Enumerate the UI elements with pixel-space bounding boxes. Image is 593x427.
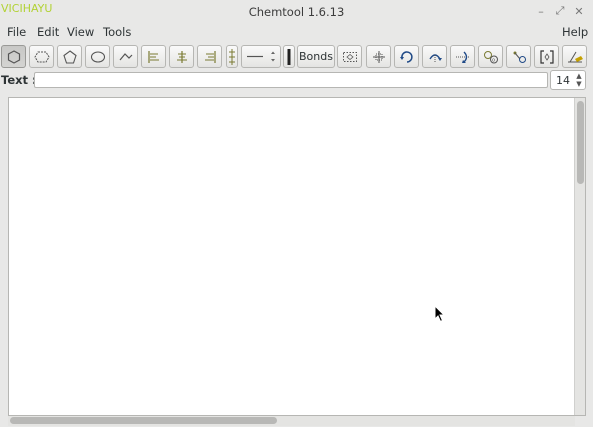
window-title: Chemtool 1.6.13 [248, 5, 345, 19]
atom-label-button[interactable]: o [478, 45, 503, 68]
maximize-button[interactable]: ⤢ [552, 3, 568, 19]
align-left-icon [147, 50, 159, 63]
vertical-text-icon [229, 48, 235, 65]
hexagon-tool-button[interactable] [1, 45, 26, 68]
menu-view[interactable]: View [67, 25, 94, 39]
atom-label-icon: o [483, 50, 498, 63]
flip-horizontal-button[interactable] [450, 45, 475, 68]
text-label: Text : [1, 73, 37, 87]
line-style-icon [247, 51, 275, 62]
marquee-select-icon [342, 51, 357, 62]
circle-tool-button[interactable] [85, 45, 110, 68]
select-area-button[interactable] [337, 45, 362, 68]
bonds-button[interactable]: Bonds [297, 45, 335, 68]
vertical-scrollbar[interactable] [574, 98, 585, 415]
brackets-button[interactable] [534, 45, 559, 68]
drawing-canvas[interactable] [9, 98, 574, 415]
font-size-value: 14 [556, 74, 570, 87]
flip-horizontal-icon [455, 51, 469, 63]
toolbar: Bonds o [0, 43, 593, 70]
brackets-icon [539, 49, 554, 64]
font-size-spinner[interactable]: 14 ▲ ▼ [550, 70, 586, 90]
align-left-button[interactable] [141, 45, 166, 68]
drawing-area-frame [8, 97, 586, 416]
horizontal-scroll-thumb[interactable] [10, 417, 277, 424]
move-button[interactable] [366, 45, 391, 68]
svg-text:o: o [492, 57, 495, 63]
pentagon-tool-button[interactable] [57, 45, 82, 68]
bond-label-icon [513, 51, 526, 63]
minimize-button[interactable]: – [533, 3, 549, 19]
pentagon-icon [62, 49, 77, 64]
align-right-button[interactable] [197, 45, 222, 68]
mouse-cursor-icon [434, 305, 446, 323]
line-width-icon [287, 48, 291, 65]
flip-vertical-icon [428, 53, 442, 63]
vertical-scroll-thumb[interactable] [577, 101, 584, 184]
horizontal-scrollbar[interactable] [8, 416, 575, 426]
rotate-icon [399, 50, 413, 63]
hexagon-open-tool-button[interactable] [29, 45, 54, 68]
menu-help[interactable]: Help [562, 25, 588, 39]
flip-vertical-button[interactable] [422, 45, 447, 68]
menu-file[interactable]: File [7, 25, 26, 39]
bond-label-button[interactable] [506, 45, 531, 68]
menu-edit[interactable]: Edit [37, 25, 59, 39]
close-button[interactable]: ✕ [571, 3, 587, 19]
circle-icon [90, 50, 105, 63]
rotate-button[interactable] [394, 45, 419, 68]
align-center-button[interactable] [169, 45, 194, 68]
move-icon [372, 50, 385, 63]
align-right-icon [204, 50, 216, 63]
menu-bar: File Edit View Tools Help [0, 23, 593, 43]
hexagon-icon [7, 49, 20, 64]
text-input[interactable] [34, 72, 548, 88]
spinner-arrows-icon[interactable]: ▲ ▼ [575, 72, 583, 88]
eraser-icon [567, 51, 583, 62]
line-width-button[interactable] [283, 45, 295, 68]
align-center-icon [176, 50, 187, 63]
delete-button[interactable] [562, 45, 587, 68]
line-style-select[interactable] [241, 45, 281, 68]
chain-tool-button[interactable] [113, 45, 138, 68]
text-orientation-button[interactable] [226, 45, 238, 68]
menu-tools[interactable]: Tools [103, 25, 131, 39]
title-bar: VICIHAYU Chemtool 1.6.13 – ⤢ ✕ [0, 0, 593, 24]
chain-icon [119, 52, 132, 60]
hexagon-dashed-icon [33, 51, 50, 62]
text-row: Text : 14 ▲ ▼ [0, 70, 593, 92]
